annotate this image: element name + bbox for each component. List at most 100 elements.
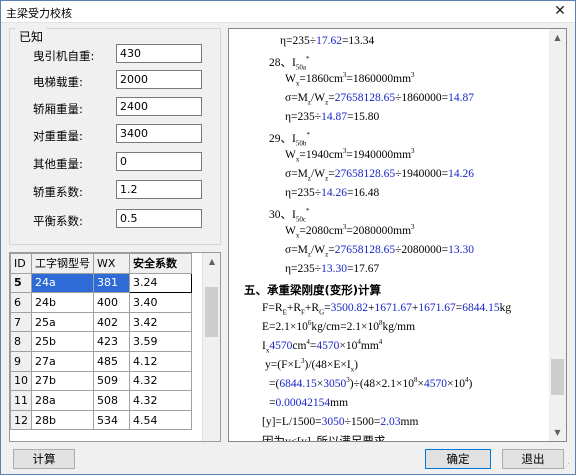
table-row[interactable]: 8 25b 423 3.59 [10, 331, 192, 352]
elevator-load-input[interactable] [116, 70, 202, 89]
grid-header-row: ID 工字钢型号 WX 安全系数 [10, 253, 192, 274]
row-wx[interactable]: 381 [93, 272, 130, 294]
field-label: 轿厢重量: [33, 102, 83, 116]
field-traction-weight: 曳引机自重: [10, 44, 220, 64]
scroll-up-arrow-icon[interactable]: ▲ [549, 29, 566, 46]
calc-line: σ=Mz/Wz=27658128.65÷1940000=14.26 [285, 168, 475, 183]
row-safety-factor[interactable]: 3.42 [129, 311, 192, 333]
section-heading: 五、承重梁刚度(变形)计算 [244, 283, 382, 297]
calc-line: Wx=2080cm3=2080000mm3 [285, 223, 415, 240]
row-wx[interactable]: 508 [93, 390, 130, 411]
field-label: 曳引机自重: [33, 49, 95, 63]
calc-line: η=235÷14.87=15.80 [285, 111, 380, 123]
calc-line: 28、I50a* [269, 55, 310, 72]
calc-line: =(6844.15×30503)÷(48×2.1×108×4570×104) [269, 376, 473, 390]
row-id: 12 [10, 409, 32, 431]
row-safety-factor[interactable]: 4.54 [129, 409, 192, 431]
steel-beam-grid[interactable]: ID 工字钢型号 WX 安全系数 5 24a 381 3.24 6 24b 40… [9, 252, 221, 442]
calc-vertical-scrollbar[interactable]: ▲ ▼ [549, 29, 566, 441]
row-safety-factor[interactable]: 3.24 [129, 272, 192, 294]
row-model[interactable]: 24b [31, 292, 94, 313]
col-id-header[interactable]: ID [10, 253, 32, 274]
balance-coefficient-input[interactable] [116, 209, 202, 228]
row-model[interactable]: 27b [31, 370, 94, 392]
calc-line: Wx=1940cm3=1940000mm3 [285, 147, 415, 164]
table-row-selected[interactable]: 5 24a 381 3.24 [10, 272, 192, 294]
table-row[interactable]: 10 27b 509 4.32 [10, 370, 192, 392]
scroll-down-arrow-icon[interactable]: ▼ [549, 424, 566, 441]
row-wx[interactable]: 534 [93, 409, 130, 431]
calc-line: [y]=L/1500=3050÷1500=2.03mm [262, 416, 419, 428]
col-wx-header[interactable]: WX [93, 253, 130, 274]
calc-line: 30、I50c* [269, 207, 310, 224]
window-title: 主梁受力校核 [6, 7, 72, 20]
table-row[interactable]: 12 28b 534 4.54 [10, 409, 192, 431]
row-model[interactable]: 24a [31, 272, 94, 294]
row-wx[interactable]: 400 [93, 292, 130, 313]
table-row[interactable]: 7 25a 402 3.42 [10, 311, 192, 333]
field-label: 其他重量: [33, 157, 83, 171]
calc-line: η=235÷13.30=17.67 [285, 263, 380, 275]
row-id: 7 [10, 311, 32, 333]
row-safety-factor[interactable]: 3.59 [129, 331, 192, 352]
row-model[interactable]: 25a [31, 311, 94, 333]
field-label: 电梯载重: [33, 75, 83, 89]
row-model[interactable]: 28b [31, 409, 94, 431]
row-wx[interactable]: 485 [93, 350, 130, 372]
row-safety-factor[interactable]: 4.32 [129, 390, 192, 411]
other-weight-input[interactable] [116, 152, 202, 171]
ok-button[interactable]: 确定 [425, 449, 491, 469]
compute-button[interactable]: 计算 [13, 449, 75, 469]
group-label: 已知 [16, 28, 47, 45]
scroll-up-arrow-icon[interactable]: ▲ [203, 253, 220, 270]
row-id: 6 [10, 292, 32, 313]
table-row[interactable]: 11 28a 508 4.32 [10, 390, 192, 411]
exit-button[interactable]: 退出 [502, 449, 564, 469]
field-other-weight: 其他重量: [10, 152, 220, 172]
car-weight-input[interactable] [116, 97, 202, 116]
calc-line: σ=Mz/Wz=27658128.65÷2080000=13.30 [285, 244, 475, 259]
row-safety-factor[interactable]: 3.40 [129, 292, 192, 313]
row-safety-factor[interactable]: 4.32 [129, 370, 192, 392]
row-model[interactable]: 28a [31, 390, 94, 411]
calc-line: Wx=1860cm3=1860000mm3 [285, 71, 415, 88]
title-bar: 主梁受力校核 ✕ [1, 1, 575, 23]
calc-scroll-thumb[interactable] [551, 359, 564, 395]
row-id: 9 [10, 350, 32, 372]
calc-line: Ix4570cm4=4570×104mm4 [262, 338, 383, 355]
row-id: 5 [10, 272, 32, 294]
field-label: 平衡系数: [33, 214, 83, 228]
row-model[interactable]: 25b [31, 331, 94, 352]
calc-line: =0.00042154mm [269, 397, 349, 409]
col-model-header[interactable]: 工字钢型号 [31, 253, 94, 274]
row-id: 8 [10, 331, 32, 352]
table-row[interactable]: 6 24b 400 3.40 [10, 292, 192, 313]
resize-grip-icon[interactable]: ⋰ [563, 462, 573, 472]
row-wx[interactable]: 423 [93, 331, 130, 352]
traction-weight-input[interactable] [116, 44, 202, 63]
grid-vertical-scrollbar[interactable]: ▲ [202, 253, 220, 441]
row-wx[interactable]: 402 [93, 311, 130, 333]
row-id: 11 [10, 390, 32, 411]
field-car-weight: 轿厢重量: [10, 97, 220, 117]
field-label: 轿重系数: [33, 185, 83, 199]
col-safety-factor-header[interactable]: 安全系数 [129, 253, 192, 274]
row-id: 10 [10, 370, 32, 392]
calc-conclusion: 因为y<[y], 所以满足要求。 [262, 436, 397, 442]
row-wx[interactable]: 509 [93, 370, 130, 392]
counterweight-input[interactable] [116, 124, 202, 143]
field-elevator-load: 电梯载重: [10, 70, 220, 90]
known-values-group: 已知 曳引机自重: 电梯载重: 轿厢重量: 对重重量: 其他重量: 轿重系数: … [9, 28, 221, 245]
row-model[interactable]: 27a [31, 350, 94, 372]
close-button[interactable]: ✕ [551, 3, 569, 20]
car-coefficient-input[interactable] [116, 180, 202, 199]
calculation-output[interactable]: η=235÷17.62=13.34 28、I50a* Wx=1860cm3=18… [228, 28, 567, 442]
calc-line: y=(F×L3)/(48×E×Ix) [265, 357, 359, 374]
row-safety-factor[interactable]: 4.12 [129, 350, 192, 372]
calc-line: 29、I50b* [269, 131, 310, 148]
field-car-coefficient: 轿重系数: [10, 180, 220, 200]
grid-scroll-thumb[interactable] [205, 287, 218, 337]
calc-line: η=235÷17.62=13.34 [280, 35, 375, 47]
table-row[interactable]: 9 27a 485 4.12 [10, 350, 192, 372]
grid-table: ID 工字钢型号 WX 安全系数 5 24a 381 3.24 6 24b 40… [10, 253, 192, 431]
